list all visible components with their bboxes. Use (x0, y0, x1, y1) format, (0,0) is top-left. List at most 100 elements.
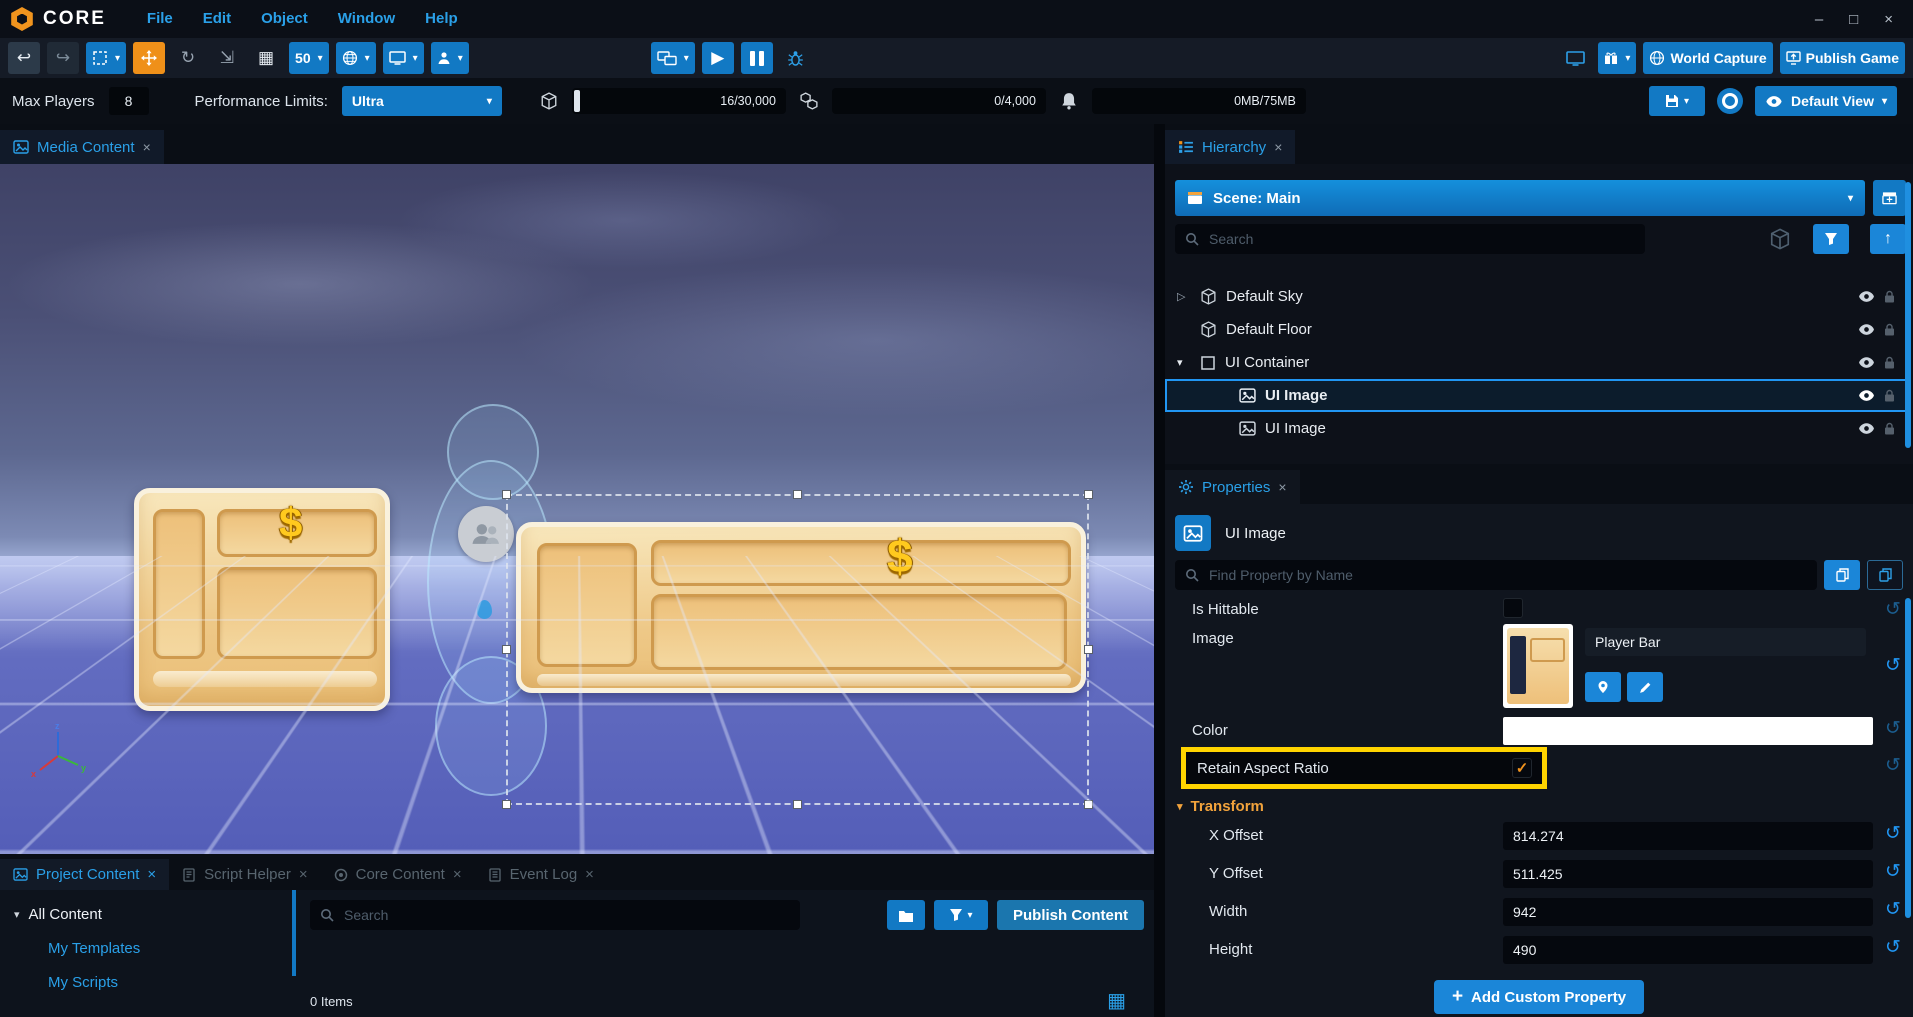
selection-handle[interactable] (502, 490, 511, 499)
visibility-eye-icon[interactable] (1858, 389, 1875, 402)
capture-settings-dropdown[interactable]: ▾ (1598, 42, 1636, 74)
properties-scrollbar[interactable] (1905, 598, 1911, 918)
menu-object[interactable]: Object (246, 0, 323, 38)
hierarchy-filter-button[interactable] (1813, 224, 1849, 254)
publish-content-button[interactable]: Publish Content (997, 900, 1144, 930)
visibility-eye-icon[interactable] (1858, 422, 1875, 435)
menu-window[interactable]: Window (323, 0, 410, 38)
reset-property-icon[interactable]: ↺ (1881, 936, 1905, 959)
selection-handle[interactable] (793, 800, 802, 809)
world-capture-button[interactable]: World Capture (1643, 42, 1772, 74)
close-icon[interactable]: × (1278, 479, 1286, 495)
hierarchy-row-ui-image[interactable]: UI Image (1165, 412, 1909, 445)
reset-property-icon[interactable]: ↺ (1881, 860, 1905, 883)
selection-handle[interactable] (1084, 800, 1093, 809)
screen-mode-dropdown[interactable]: ▾ (383, 42, 424, 74)
selection-handle[interactable] (1084, 645, 1093, 654)
is-hittable-checkbox[interactable] (1503, 598, 1523, 618)
hierarchy-row-default-sky[interactable]: ▷ Default Sky (1165, 280, 1909, 313)
desktop-preview-button[interactable] (1559, 42, 1591, 74)
content-filter-dropdown[interactable]: ▾ (934, 900, 988, 930)
scale-tool-button[interactable]: ⇲ (211, 42, 243, 74)
selection-handle[interactable] (793, 490, 802, 499)
sidebar-item-my-scripts[interactable]: My Scripts (0, 974, 296, 991)
move-tool-button[interactable] (133, 42, 165, 74)
tab-core-content[interactable]: Core Content × (321, 859, 475, 890)
selection-bounds[interactable] (506, 494, 1089, 805)
new-folder-button[interactable] (887, 900, 925, 930)
pause-button[interactable] (741, 42, 773, 74)
world-space-dropdown[interactable]: ▾ (336, 42, 376, 74)
debug-button[interactable] (780, 42, 812, 74)
reset-property-icon[interactable]: ↺ (1881, 654, 1905, 677)
tab-properties[interactable]: Properties × (1165, 470, 1300, 504)
reset-property-icon[interactable]: ↺ (1881, 598, 1905, 621)
tab-hierarchy[interactable]: Hierarchy × (1165, 130, 1295, 164)
content-search-input[interactable] (342, 906, 790, 924)
reset-property-icon[interactable]: ↺ (1881, 754, 1905, 777)
image-asset-value[interactable]: Player Bar (1585, 628, 1866, 656)
image-thumbnail[interactable] (1503, 624, 1573, 708)
menu-edit[interactable]: Edit (188, 0, 246, 38)
play-button[interactable]: ▶ (702, 42, 734, 74)
selection-mode-dropdown[interactable]: ▾ (86, 42, 126, 74)
close-icon[interactable]: × (1274, 139, 1282, 155)
paste-properties-button[interactable] (1867, 560, 1903, 590)
tab-media-content[interactable]: Media Content × (0, 130, 164, 164)
help-button[interactable] (1715, 86, 1745, 116)
hierarchy-row-default-floor[interactable]: Default Floor (1165, 313, 1909, 346)
close-icon[interactable]: × (585, 866, 594, 883)
default-view-dropdown[interactable]: Default View ▾ (1755, 86, 1897, 116)
tab-event-log[interactable]: Event Log × (475, 859, 607, 890)
reset-property-icon[interactable]: ↺ (1881, 898, 1905, 921)
hierarchy-search-input[interactable] (1207, 230, 1635, 248)
collapse-icon[interactable]: ▾ (1177, 356, 1191, 369)
snap-size-dropdown[interactable]: 50 ▾ (289, 42, 329, 74)
selection-handle[interactable] (502, 800, 511, 809)
reset-property-icon[interactable]: ↺ (1881, 717, 1905, 740)
find-asset-button[interactable] (1585, 672, 1621, 702)
filter-by-type-icon[interactable] (1769, 228, 1791, 250)
scene-manager-button[interactable] (1873, 180, 1906, 216)
tab-script-helper[interactable]: Script Helper × (169, 859, 320, 890)
grid-view-icon[interactable]: ▦ (1107, 988, 1126, 1013)
sidebar-item-my-templates[interactable]: My Templates (0, 940, 296, 957)
multiplayer-preview-dropdown[interactable]: ▾ (651, 42, 695, 74)
close-icon[interactable]: × (143, 139, 151, 155)
window-maximize-icon[interactable]: □ (1849, 11, 1858, 28)
selection-handle[interactable] (1084, 490, 1093, 499)
sidebar-item-all-content[interactable]: ▾ All Content (0, 906, 296, 923)
hierarchy-scrollbar[interactable] (1905, 182, 1911, 448)
copy-properties-button[interactable] (1824, 560, 1860, 590)
selection-handle[interactable] (502, 645, 511, 654)
menu-help[interactable]: Help (410, 0, 473, 38)
save-dropdown[interactable]: ▾ (1649, 86, 1705, 116)
close-icon[interactable]: × (453, 866, 462, 883)
property-search-input[interactable] (1207, 566, 1807, 584)
redo-button[interactable]: ↪ (47, 42, 79, 74)
undo-button[interactable]: ↩ (8, 42, 40, 74)
scene-selector-dropdown[interactable]: Scene: Main ▾ (1175, 180, 1865, 216)
visibility-eye-icon[interactable] (1858, 290, 1875, 303)
player-view-dropdown[interactable]: ▾ (431, 42, 469, 74)
rotate-tool-button[interactable]: ↻ (172, 42, 204, 74)
height-input[interactable]: 490 (1503, 936, 1873, 964)
retain-aspect-ratio-checkbox[interactable]: ✓ (1512, 758, 1532, 778)
hierarchy-row-ui-container[interactable]: ▾ UI Container (1165, 346, 1909, 379)
add-custom-property-button[interactable]: + Add Custom Property (1434, 980, 1644, 1014)
max-players-input[interactable]: 8 (109, 87, 149, 115)
window-minimize-icon[interactable]: – (1815, 11, 1823, 28)
close-icon[interactable]: × (147, 866, 156, 883)
x-offset-input[interactable]: 814.274 (1503, 822, 1873, 850)
menu-file[interactable]: File (132, 0, 188, 38)
scene-viewport[interactable]: $ $ z x y (0, 164, 1154, 854)
close-icon[interactable]: × (299, 866, 308, 883)
tab-project-content[interactable]: Project Content × (0, 859, 169, 890)
visibility-eye-icon[interactable] (1858, 323, 1875, 336)
import-content-button[interactable]: ↑ (1870, 224, 1906, 254)
expand-icon[interactable]: ▷ (1177, 290, 1191, 303)
visibility-eye-icon[interactable] (1858, 356, 1875, 369)
width-input[interactable]: 942 (1503, 898, 1873, 926)
y-offset-input[interactable]: 511.425 (1503, 860, 1873, 888)
color-swatch[interactable] (1503, 717, 1873, 745)
